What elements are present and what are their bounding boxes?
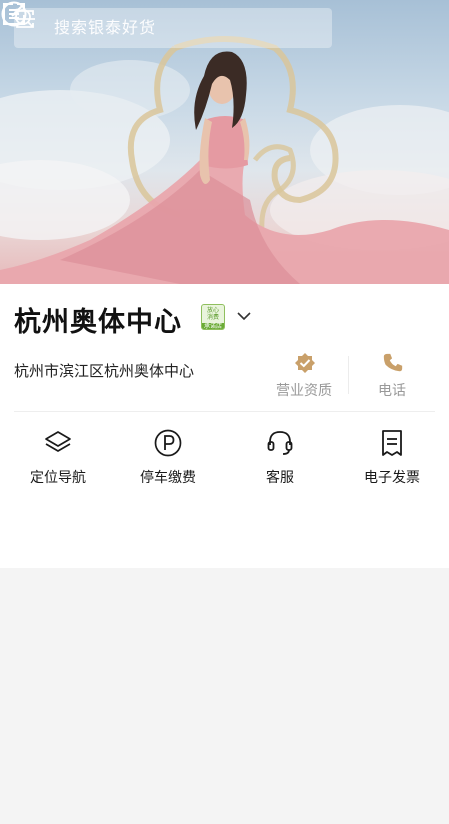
layers-icon (45, 431, 71, 452)
menu-icon[interactable] (0, 0, 28, 28)
service-label: 客服 (266, 470, 294, 486)
service-label: 停车缴费 (140, 470, 196, 486)
service-e-invoice[interactable]: 电子发票 (336, 428, 448, 487)
verified-badge-icon[interactable] (293, 352, 317, 376)
mall-info-card: 杭州奥体中心 放心 消费 承诺店 杭州市滨江区杭州奥体中心 营业资质 电话 定位… (0, 284, 449, 568)
phone-label[interactable]: 电话 (378, 380, 406, 400)
chevron-down-icon[interactable] (236, 310, 252, 322)
badge-line: 放心 (206, 307, 219, 314)
search-bar[interactable]: 搜索银泰好货 (14, 8, 332, 48)
service-customer-support[interactable]: 客服 (224, 428, 336, 487)
divider (348, 356, 349, 394)
service-label: 电子发票 (364, 470, 420, 486)
headset-icon (267, 431, 293, 455)
badge-line: 承诺店 (202, 323, 224, 330)
trust-badge-icon: 放心 消费 承诺店 (201, 304, 225, 330)
service-navigation[interactable]: 定位导航 (2, 428, 114, 487)
search-input[interactable]: 搜索银泰好货 (54, 8, 156, 48)
divider (14, 411, 435, 412)
mall-address: 杭州市滨江区杭州奥体中心 (14, 362, 195, 380)
business-license-label[interactable]: 营业资质 (276, 380, 332, 400)
mall-name[interactable]: 杭州奥体中心 (14, 300, 182, 339)
phone-icon[interactable] (382, 352, 404, 374)
parking-icon (154, 429, 182, 457)
badge-line: 消费 (206, 314, 219, 321)
service-parking[interactable]: 停车缴费 (112, 428, 224, 487)
service-label: 定位导航 (30, 470, 86, 486)
hero-banner[interactable]: 搜索银泰好货 (0, 0, 449, 284)
invoice-icon (382, 430, 402, 456)
